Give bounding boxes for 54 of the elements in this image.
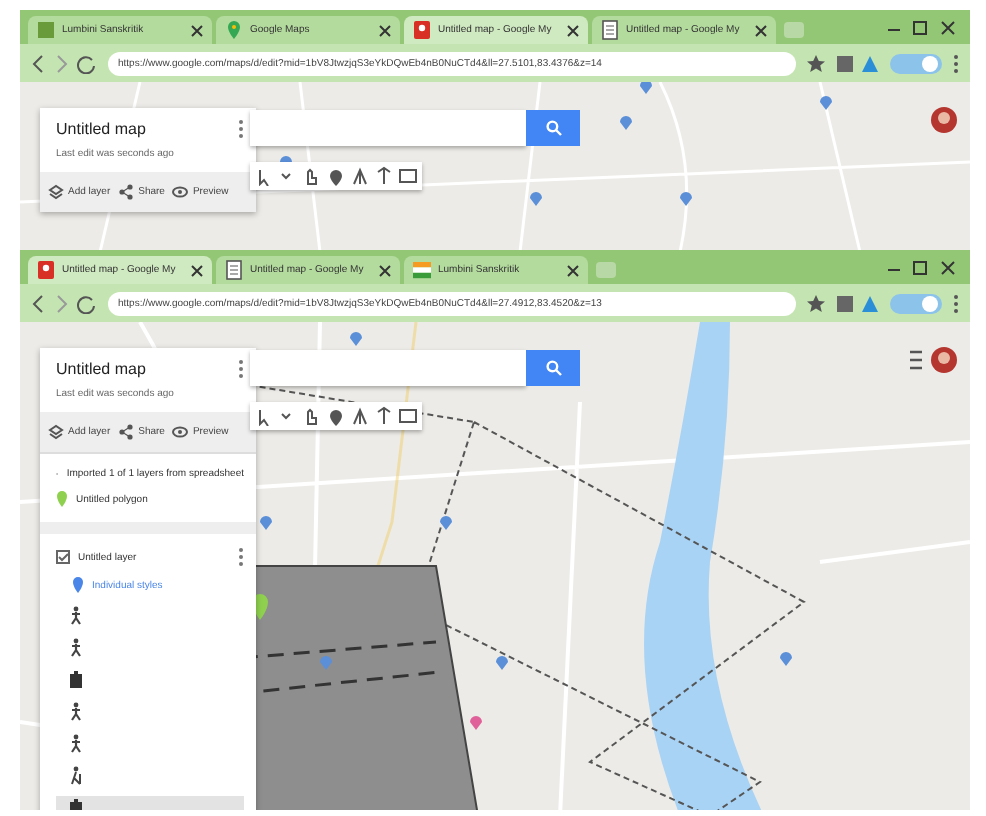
share-icon xyxy=(118,424,135,440)
menu-icon[interactable] xyxy=(910,350,922,370)
navigation-icon[interactable] xyxy=(30,53,98,73)
avatar-icon[interactable] xyxy=(930,346,958,374)
star-icon[interactable] xyxy=(806,53,826,73)
person-icon xyxy=(68,733,84,753)
share-icon xyxy=(118,184,135,200)
close-icon[interactable] xyxy=(378,23,392,37)
pin-icon xyxy=(224,20,244,40)
add-layer-icon xyxy=(48,184,64,200)
person-icon xyxy=(68,701,84,721)
close-icon[interactable] xyxy=(190,23,204,37)
marker-icon xyxy=(56,490,68,508)
close-icon[interactable] xyxy=(190,263,204,277)
search-field[interactable] xyxy=(250,110,526,146)
marker-icon[interactable] xyxy=(326,406,346,426)
document-icon xyxy=(600,20,620,40)
person-icon xyxy=(68,637,84,657)
menu-icon[interactable] xyxy=(952,293,960,313)
close-icon[interactable] xyxy=(566,23,580,37)
map-pin-icon xyxy=(412,20,432,40)
search-button[interactable] xyxy=(526,350,580,386)
map-title[interactable]: Untitled map xyxy=(56,360,230,378)
add-layer-icon xyxy=(48,424,64,440)
walker-icon xyxy=(68,765,84,785)
map-title[interactable]: Untitled map xyxy=(56,120,230,138)
extension-icon[interactable] xyxy=(836,293,880,313)
star-icon[interactable] xyxy=(806,293,826,313)
search-icon xyxy=(545,360,561,376)
map-pin-icon xyxy=(36,260,56,280)
eye-icon xyxy=(172,184,189,200)
select-icon[interactable] xyxy=(254,166,274,186)
more-icon[interactable] xyxy=(238,120,244,138)
more-icon[interactable] xyxy=(238,548,244,566)
menu-icon[interactable] xyxy=(952,53,960,73)
extension-icon[interactable] xyxy=(836,53,880,73)
close-icon[interactable] xyxy=(754,23,768,37)
pin-icon xyxy=(72,576,84,594)
eye-icon xyxy=(172,424,189,440)
search-field[interactable] xyxy=(250,350,526,386)
search-icon xyxy=(545,120,561,136)
more-icon[interactable] xyxy=(238,360,244,378)
checkbox-icon[interactable] xyxy=(56,550,70,564)
marker-icon[interactable] xyxy=(326,166,346,186)
building-icon xyxy=(68,669,84,689)
flag-icon xyxy=(412,260,432,280)
search-button[interactable] xyxy=(526,110,580,146)
navigation-icon[interactable] xyxy=(30,293,98,313)
close-icon[interactable] xyxy=(378,263,392,277)
avatar-icon[interactable] xyxy=(930,106,958,134)
person-icon xyxy=(68,605,84,625)
close-icon[interactable] xyxy=(566,263,580,277)
document-icon xyxy=(224,260,244,280)
select-icon[interactable] xyxy=(254,406,274,426)
